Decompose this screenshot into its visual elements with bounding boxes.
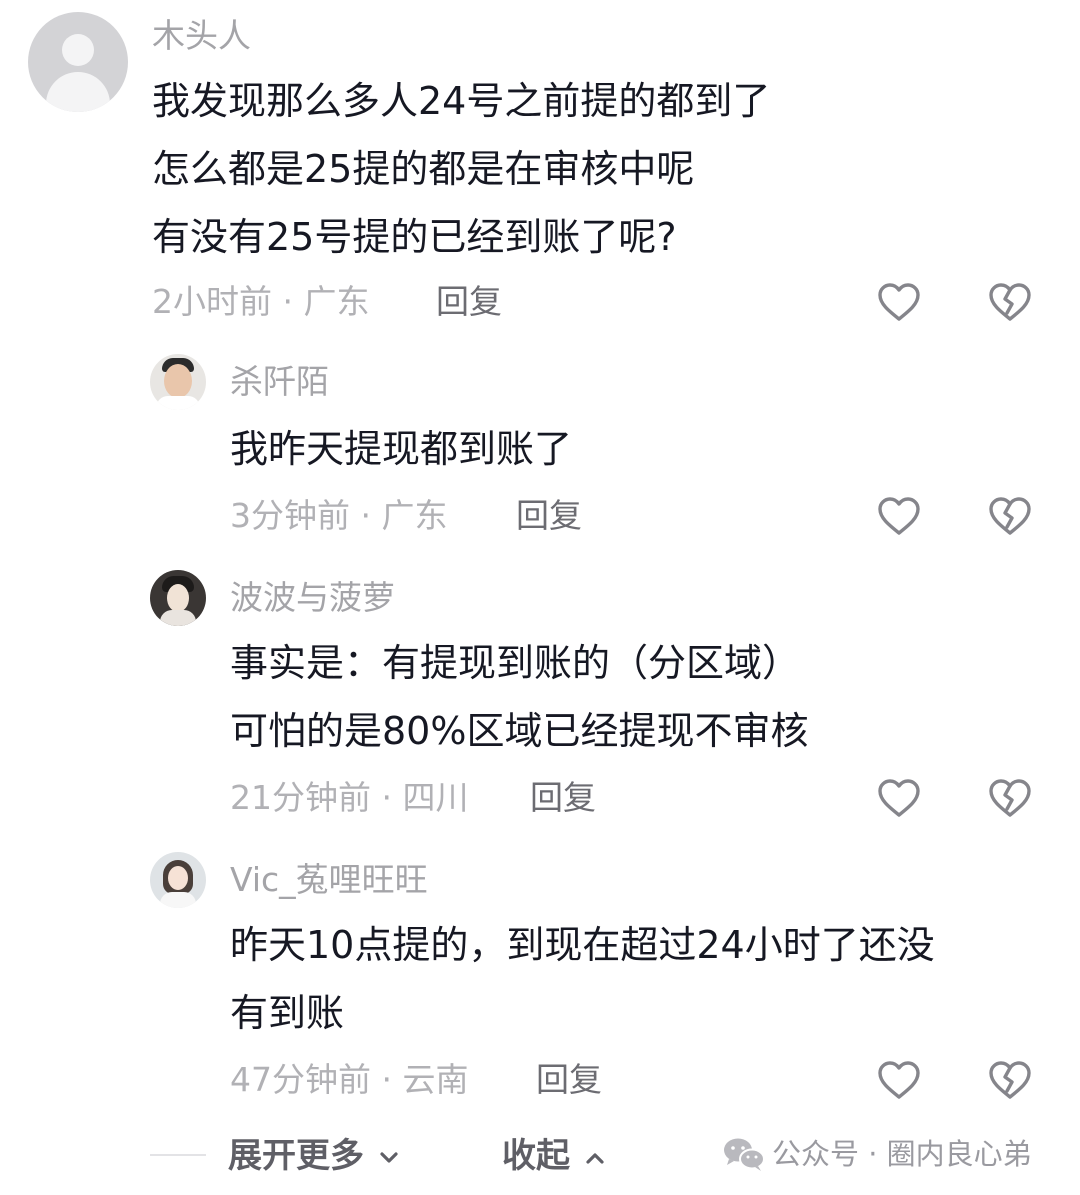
broken-heart-icon[interactable] [986,278,1034,326]
reply-button[interactable]: 回复 [530,778,596,818]
chevron-down-icon [380,1151,398,1163]
heart-outline-icon[interactable] [875,278,923,326]
comment-meta: 2小时前 · 广东 [152,282,370,321]
broken-heart-icon[interactable] [986,492,1034,540]
reply-text-line: 我昨天提现都到账了 [230,427,573,471]
heart-outline-icon[interactable] [875,774,923,822]
avatar[interactable] [150,570,206,626]
wechat-icon [724,1138,765,1171]
heart-outline-icon[interactable] [875,1056,923,1104]
avatar[interactable] [150,852,206,908]
expand-more-label: 展开更多 [228,1136,364,1176]
reply-button[interactable]: 回复 [516,496,582,536]
replies-divider [150,1154,206,1156]
reply-text-line: 可怕的是80%区域已经提现不审核 [230,709,809,753]
avatar-shirt-shape [156,396,200,410]
reply-text-line: 有到账 [230,991,345,1035]
expand-more-button[interactable]: 展开更多 [228,1136,402,1176]
collapse-label: 收起 [502,1136,570,1176]
comment-text-line: 我发现那么多人24号之前提的都到了 [152,79,771,123]
chevron-up-icon [586,1152,604,1164]
reply-username[interactable]: 波波与菠萝 [230,578,395,618]
avatar[interactable] [150,354,206,410]
avatar-face-shape [164,364,192,398]
reply-button[interactable]: 回复 [536,1060,602,1100]
collapse-button[interactable]: 收起 [502,1136,608,1176]
avatar-face-shape [168,866,188,890]
avatar-shirt-shape [160,610,196,626]
heart-outline-icon[interactable] [875,492,923,540]
reply-meta: 3分钟前 · 广东 [230,496,448,535]
comment-text-line: 有没有25号提的已经到账了呢? [152,215,677,259]
reply-text-line: 昨天10点提的，到现在超过24小时了还没 [230,923,935,967]
reply-button[interactable]: 回复 [436,282,502,322]
avatar-face-shape [167,584,189,612]
reply-username[interactable]: Vic_菟哩旺旺 [230,860,428,900]
reply-username[interactable]: 杀阡陌 [230,362,329,402]
comment-text-line: 怎么都是25提的都是在审核中呢 [152,147,695,191]
reply-meta: 47分钟前 · 云南 [230,1060,469,1099]
reply-meta: 21分钟前 · 四川 [230,778,469,817]
broken-heart-icon[interactable] [986,1056,1034,1104]
reply-text-line: 事实是：有提现到账的（分区域） [230,641,801,685]
watermark-text: 公众号 · 圈内良心弟 [772,1137,1032,1171]
avatar-shirt-shape [160,892,196,908]
comment-username[interactable]: 木头人 [152,16,251,56]
broken-heart-icon[interactable] [986,774,1034,822]
avatar-default[interactable] [28,12,128,112]
avatar-body-shape [46,72,110,112]
avatar-head-shape [62,34,94,66]
